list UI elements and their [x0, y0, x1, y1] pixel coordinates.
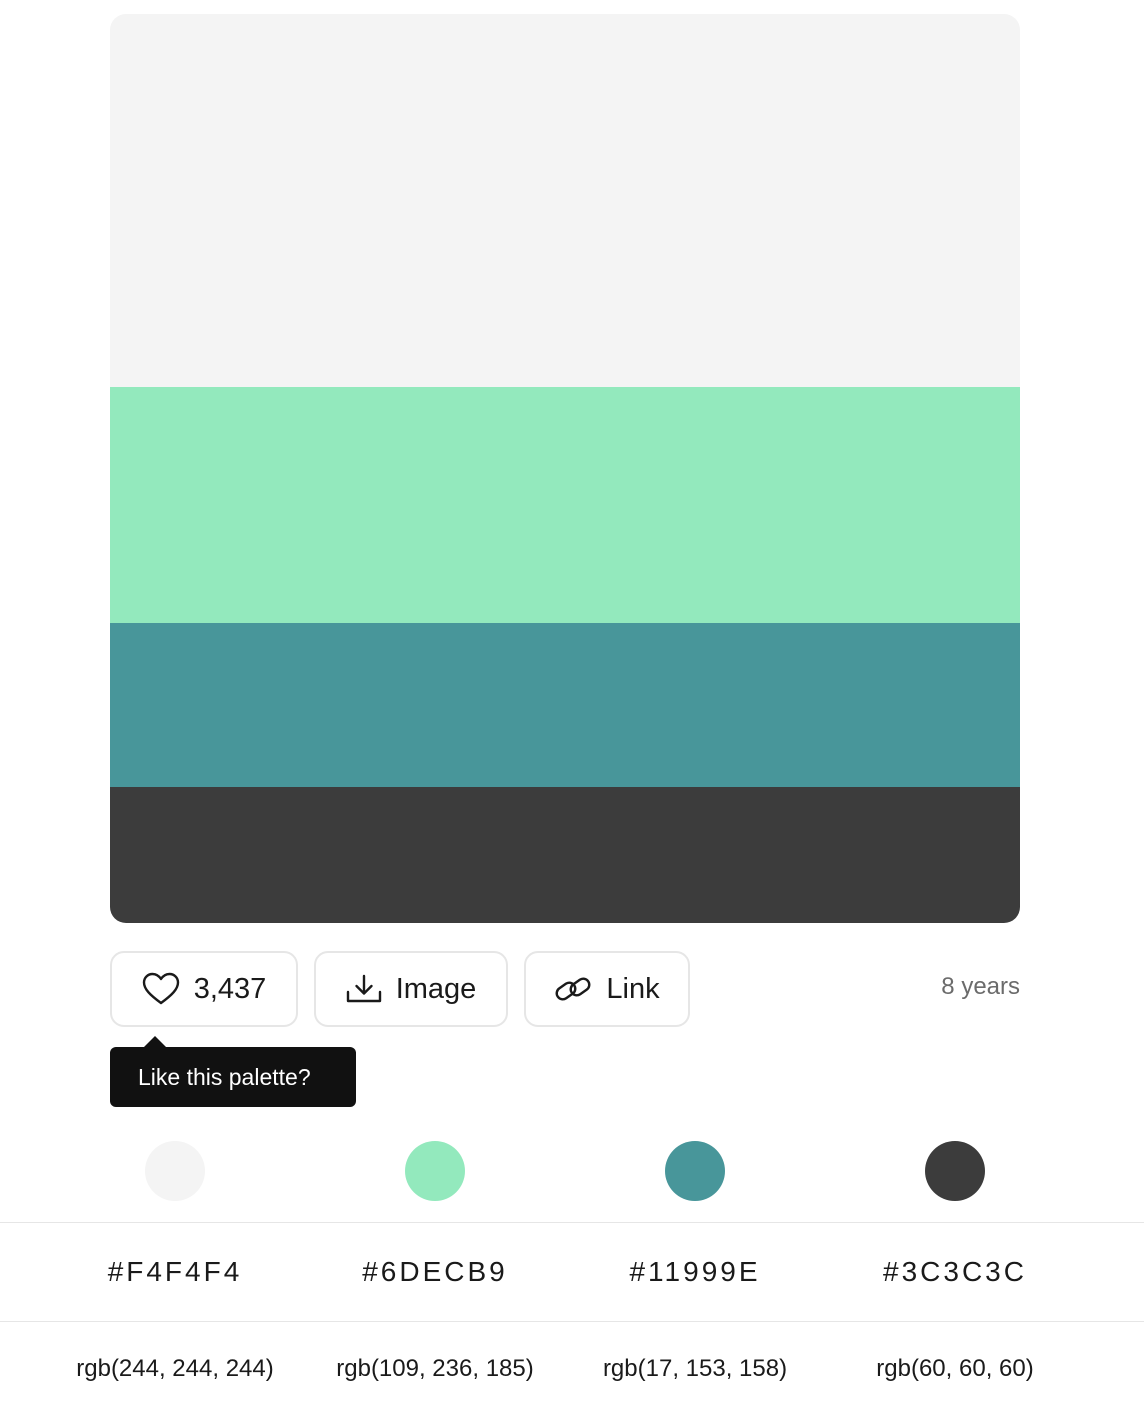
rgb-code[interactable]: rgb(109, 236, 185): [305, 1355, 565, 1383]
like-tooltip: Like this palette?: [110, 1036, 356, 1107]
palette-band-3[interactable]: [110, 623, 1020, 787]
link-label: Link: [606, 972, 660, 1005]
image-label: Image: [395, 972, 477, 1005]
like-count: 3,437: [193, 972, 267, 1005]
palette-age: 8 years: [941, 973, 1020, 1000]
palette-band-2[interactable]: [110, 387, 1020, 623]
color-dots: [0, 1141, 1144, 1201]
link-icon: [554, 973, 592, 1005]
rgb-code[interactable]: rgb(244, 244, 244): [45, 1355, 305, 1383]
copy-link-button[interactable]: Link: [524, 951, 690, 1027]
color-dot-2[interactable]: [405, 1141, 465, 1201]
download-image-button[interactable]: Image: [314, 951, 508, 1027]
heart-icon: [142, 972, 180, 1006]
rgb-code[interactable]: rgb(17, 153, 158): [565, 1355, 825, 1383]
color-dot-1[interactable]: [145, 1141, 205, 1201]
color-dot-4[interactable]: [925, 1141, 985, 1201]
hex-code[interactable]: #11999E: [565, 1256, 825, 1288]
hex-row: #F4F4F4 #6DECB9 #11999E #3C3C3C: [0, 1222, 1144, 1322]
palette-actions: 3,437 Image Link 8 years: [110, 951, 1020, 1027]
rgb-code[interactable]: rgb(60, 60, 60): [825, 1355, 1085, 1383]
download-icon: [346, 974, 382, 1004]
hex-code[interactable]: #F4F4F4: [45, 1256, 305, 1288]
color-dot-3[interactable]: [665, 1141, 725, 1201]
palette-band-4[interactable]: [110, 787, 1020, 923]
palette-band-1[interactable]: [110, 14, 1020, 387]
tooltip-text: Like this palette?: [138, 1063, 311, 1090]
palette-page: 3,437 Image Link 8 years Like this palet…: [0, 0, 1144, 1408]
rgb-row: rgb(244, 244, 244) rgb(109, 236, 185) rg…: [0, 1323, 1144, 1408]
hex-code[interactable]: #6DECB9: [305, 1256, 565, 1288]
palette-preview[interactable]: [110, 14, 1020, 923]
like-button[interactable]: 3,437: [110, 951, 298, 1027]
hex-code[interactable]: #3C3C3C: [825, 1256, 1085, 1288]
